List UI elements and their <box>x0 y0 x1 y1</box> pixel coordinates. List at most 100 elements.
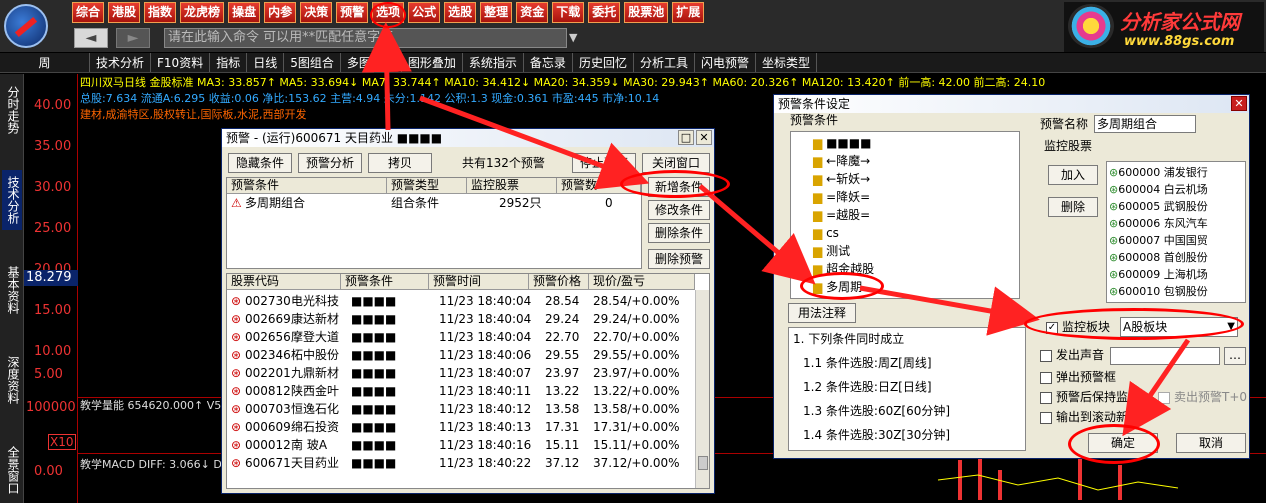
tab-3[interactable]: 指标 <box>210 53 248 72</box>
table-row[interactable]: ⊛ 002730 电光科技 ■■■■ 11/23 18:40:04 28.54 28.54/… <box>227 292 695 310</box>
menu-item-16[interactable]: 扩展 <box>672 2 705 23</box>
table-row[interactable]: ⊛ 002201 九鼎新材 ■■■■ 11/23 18:40:07 23.97 23.97/… <box>227 364 695 382</box>
tree-item[interactable]: ▆ cs <box>813 224 839 242</box>
tab-8[interactable]: 系统指示 <box>463 53 524 72</box>
keep-option[interactable]: 预警后保持监控 <box>1040 389 1140 405</box>
tab-11[interactable]: 分析工具 <box>634 53 695 72</box>
tab-9[interactable]: 备忘录 <box>524 53 573 72</box>
table-row[interactable]: ⚠ 多周期组合 组合条件 2952只 0 <box>227 194 641 212</box>
menu-item-13[interactable]: 下载 <box>552 2 585 23</box>
delete-condition-button[interactable]: 删除条件 <box>648 223 710 243</box>
tab-4[interactable]: 日线 <box>247 53 285 72</box>
keep-checkbox[interactable] <box>1040 391 1052 404</box>
list-item[interactable]: ⊛600009 上海机场 <box>1109 266 1208 283</box>
tab-2[interactable]: F10资料 <box>151 53 211 72</box>
browse-button[interactable]: … <box>1224 347 1246 365</box>
tab-7[interactable]: 图形叠加 <box>402 53 463 72</box>
menu-item-11[interactable]: 整理 <box>480 2 513 23</box>
output-option[interactable]: 输出到滚动新闻 <box>1040 409 1140 425</box>
side-tab-panorama[interactable]: 全景窗口 <box>2 440 22 500</box>
scroll-thumb[interactable] <box>698 456 708 470</box>
add-stock-button[interactable]: 加入 <box>1048 165 1098 185</box>
sell-checkbox[interactable] <box>1158 391 1170 404</box>
cancel-button[interactable]: 取消 <box>1176 433 1246 453</box>
tree-item[interactable]: ▆ ←斩妖→ <box>813 170 870 188</box>
list-item[interactable]: ⊛600010 包钢股份 <box>1109 283 1208 300</box>
alert-analysis-button[interactable]: 预警分析 <box>298 153 362 173</box>
menu-item-5[interactable]: 内参 <box>264 2 297 23</box>
hide-condition-button[interactable]: 隐藏条件 <box>228 153 292 173</box>
forward-button[interactable]: ► <box>116 28 150 48</box>
sound-option[interactable]: 发出声音 <box>1040 347 1104 363</box>
list-item[interactable]: ⊛600000 浦发银行 <box>1109 164 1208 181</box>
edit-condition-button[interactable]: 修改条件 <box>648 200 710 220</box>
alert-stock-list: 股票代码 预警条件 预警时间 预警价格 现价/盈亏 ⊛ 002730 电光科技 ■■■… <box>226 273 710 489</box>
menu-item-7[interactable]: 预警 <box>336 2 369 23</box>
table-row[interactable]: ⊛ 002346 柘中股份 ■■■■ 11/23 18:40:06 29.55 29.55/… <box>227 346 695 364</box>
list-item[interactable]: ⊛600005 武钢股份 <box>1109 198 1208 215</box>
table-row[interactable]: ⊛ 000812 陕西金叶 ■■■■ 11/23 18:40:11 13.22 13.22/… <box>227 382 695 400</box>
menu-item-12[interactable]: 资金 <box>516 2 549 23</box>
menu-item-1[interactable]: 港股 <box>108 2 141 23</box>
usage-notes-button[interactable]: 用法注释 <box>788 303 856 323</box>
table-row[interactable]: ⊛ 002669 康达新材 ■■■■ 11/23 18:40:04 29.24 29.24/… <box>227 310 695 328</box>
side-tab-intraday[interactable]: 分时走势 <box>2 80 22 140</box>
cond-type: 组合条件 <box>391 196 440 210</box>
side-tab-technical[interactable]: 技术分析 <box>2 170 22 230</box>
popup-checkbox[interactable] <box>1040 371 1052 384</box>
menu-item-6[interactable]: 决策 <box>300 2 333 23</box>
list-item[interactable]: ⊛600006 东风汽车 <box>1109 215 1208 232</box>
tree-item[interactable]: ▆ ■■■■ <box>813 134 871 152</box>
copy-button[interactable]: 拷贝 <box>368 153 432 173</box>
side-tab-basic[interactable]: 基本资料 <box>2 260 22 320</box>
menu-item-2[interactable]: 指数 <box>144 2 177 23</box>
back-button[interactable]: ◄ <box>74 28 108 48</box>
delete-alert-button[interactable]: 删除预警 <box>648 249 710 269</box>
close-icon[interactable]: ✕ <box>696 130 712 145</box>
stop-alert-button[interactable]: 停止预警 <box>572 153 636 173</box>
tab-13[interactable]: 坐标类型 <box>756 53 817 72</box>
output-checkbox[interactable] <box>1040 411 1052 424</box>
sell-option[interactable]: 卖出预警T+0 <box>1158 389 1247 405</box>
menu-item-3[interactable]: 龙虎榜 <box>180 2 225 23</box>
tree-item[interactable]: ▆ 测试 <box>813 242 850 260</box>
menu-item-0[interactable]: 综合 <box>72 2 105 23</box>
menu-item-15[interactable]: 股票池 <box>624 2 669 23</box>
sound-file-input[interactable] <box>1110 347 1220 365</box>
command-dropdown-icon[interactable]: ▼ <box>569 28 581 48</box>
tab-10[interactable]: 历史回忆 <box>573 53 634 72</box>
scrollbar[interactable] <box>695 290 709 488</box>
delete-stock-button[interactable]: 删除 <box>1048 197 1098 217</box>
list-item[interactable]: ⊛600008 首创股份 <box>1109 249 1208 266</box>
tree-item[interactable]: ▆ ←降魔→ <box>813 152 870 170</box>
tree-item[interactable]: ▆ =降妖= <box>813 188 870 206</box>
menu-item-9[interactable]: 公式 <box>408 2 441 23</box>
table-row[interactable]: ⊛ 000609 绵石投资 ■■■■ 11/23 18:40:13 17.31 17.31/… <box>227 418 695 436</box>
popup-option[interactable]: 弹出预警框 <box>1040 369 1116 385</box>
tab-5[interactable]: 5图组合 <box>284 53 341 72</box>
tab-0[interactable]: 周 <box>0 53 90 72</box>
list-item[interactable]: ⊛600004 白云机场 <box>1109 181 1208 198</box>
table-row[interactable]: ⊛ 000012 南 玻A ■■■■ 11/23 18:40:16 15.11 15.11/… <box>227 436 695 454</box>
monitor-stock-label: 600005 武钢股份 <box>1118 200 1208 213</box>
maximize-icon[interactable]: □ <box>678 130 694 145</box>
tab-6[interactable]: 多图组合 <box>341 53 402 72</box>
tab-1[interactable]: 技术分析 <box>90 53 152 72</box>
tab-12[interactable]: 闪电预警 <box>695 53 756 72</box>
list-item[interactable]: ⊛600007 中国国贸 <box>1109 232 1208 249</box>
alert-name-input[interactable]: 多周期组合 <box>1094 115 1196 133</box>
sound-checkbox[interactable] <box>1040 349 1052 362</box>
command-input[interactable]: 请在此输入命令 可以用**匹配任意字符 <box>164 28 567 48</box>
menu-item-4[interactable]: 操盘 <box>228 2 261 23</box>
table-row[interactable]: ⊛ 000703 恒逸石化 ■■■■ 11/23 18:40:12 13.58 13.58/… <box>227 400 695 418</box>
close-icon[interactable]: ✕ <box>1231 96 1247 111</box>
table-row[interactable]: ⊛ 002656 摩登大道 ■■■■ 11/23 18:40:04 22.70 22.70/… <box>227 328 695 346</box>
sell-label: 卖出预警T+0 <box>1174 390 1248 404</box>
table-row[interactable]: ⊛ 600671 天目药业 ■■■■ 11/23 18:40:22 37.12 37.12/… <box>227 454 695 472</box>
stock-name: 绵石投资 <box>291 420 340 434</box>
tree-item[interactable]: ▆ =越股= <box>813 206 870 224</box>
menu-item-14[interactable]: 委托 <box>588 2 621 23</box>
side-tab-depth[interactable]: 深度资料 <box>2 350 22 410</box>
col-header: 现价/盈亏 <box>589 274 695 290</box>
menu-item-10[interactable]: 选股 <box>444 2 477 23</box>
